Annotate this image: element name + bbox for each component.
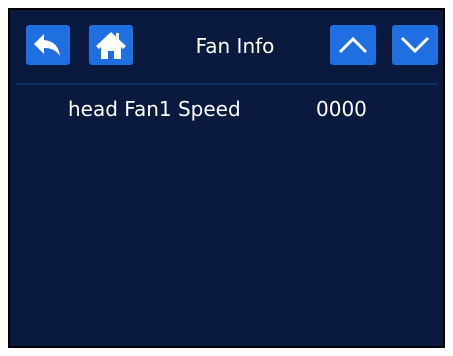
home-icon [95,30,127,60]
page-title: Fan Info [195,34,275,58]
chevron-up-icon [337,35,369,55]
fan-info-screen: Fan Info head Fan1 Speed 0000 [8,8,445,348]
list-item: head Fan1 Speed 0000 [10,96,443,124]
home-button[interactable] [89,25,133,65]
back-arrow-icon [33,32,63,58]
fan-speed-value: 0000 [316,97,367,121]
back-button[interactable] [26,25,70,65]
header-divider [16,83,437,85]
header-bar: Fan Info [10,10,443,90]
scroll-down-button[interactable] [392,25,438,65]
fan-speed-label: head Fan1 Speed [68,97,241,121]
scroll-up-button[interactable] [330,25,376,65]
chevron-down-icon [399,35,431,55]
